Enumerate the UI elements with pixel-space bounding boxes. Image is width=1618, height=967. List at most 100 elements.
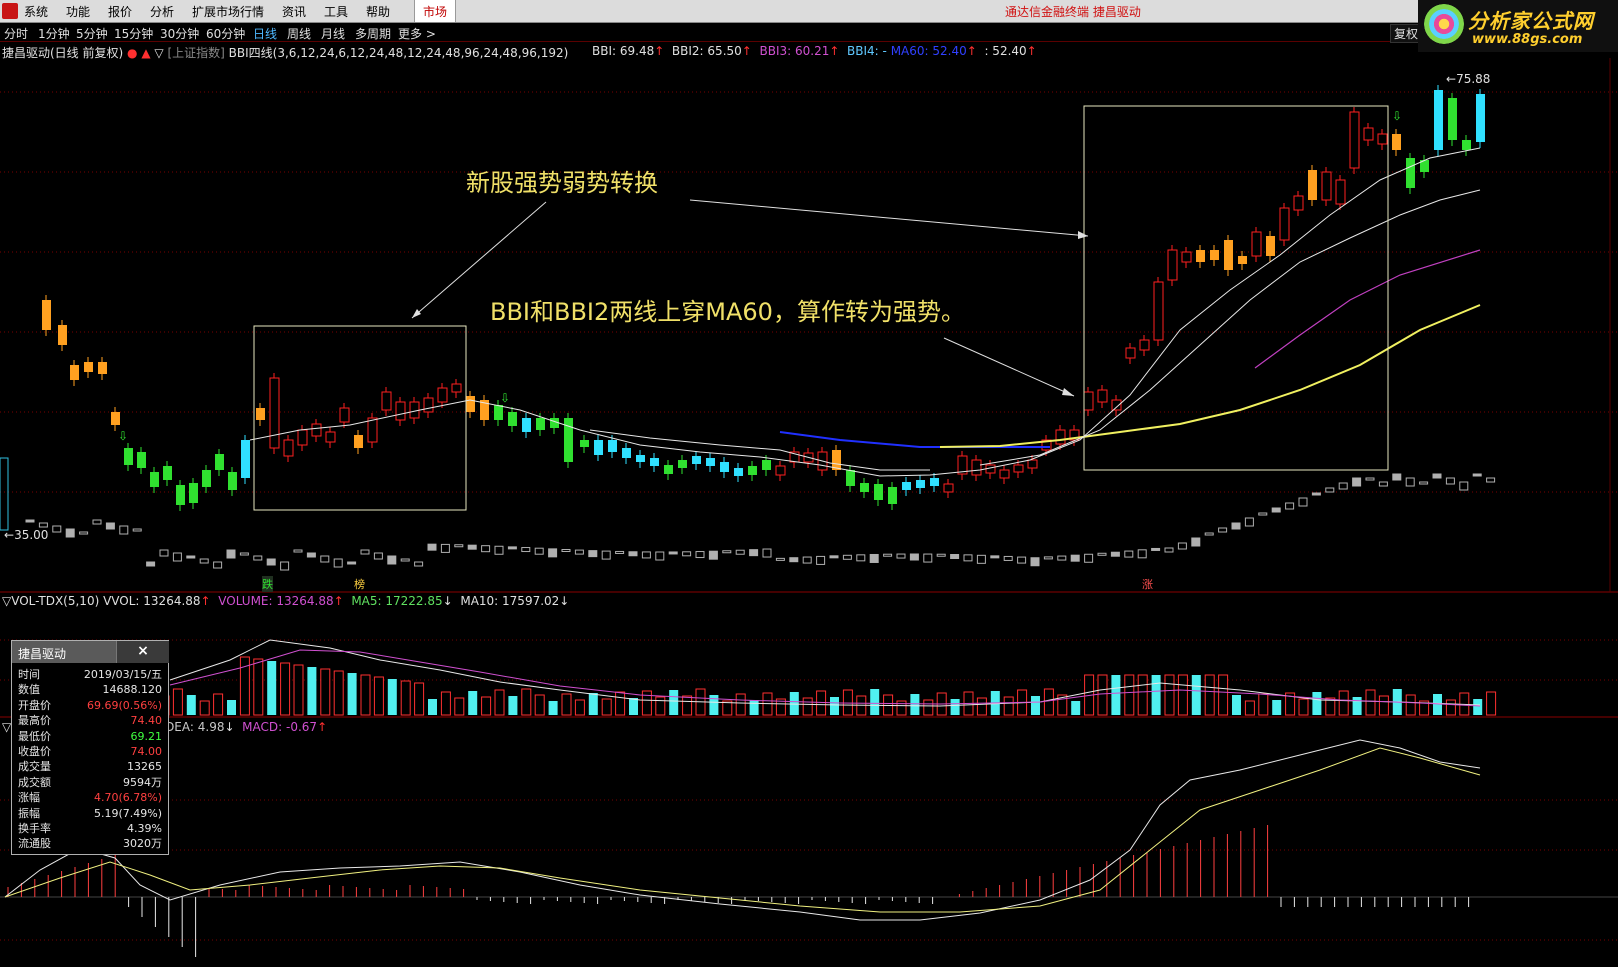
popup-row-value: 69.69(0.56%) — [86, 698, 162, 712]
volume-bar — [830, 697, 839, 715]
volume-bar — [280, 662, 291, 716]
period-intraday[interactable]: 分时 — [4, 25, 28, 42]
volume-bar — [1043, 688, 1054, 716]
volume-bar — [1124, 674, 1135, 716]
candle — [1377, 133, 1388, 145]
index-candle — [615, 550, 625, 554]
candle — [84, 362, 93, 372]
period-5min[interactable]: 5分钟 — [76, 25, 108, 42]
period-30min[interactable]: 30分钟 — [160, 25, 199, 42]
popup-row-value: 74.40 — [130, 714, 163, 728]
index-candle — [802, 556, 812, 564]
candle — [1055, 429, 1066, 445]
volume-bar — [976, 697, 987, 716]
candle — [508, 412, 517, 426]
candle — [846, 470, 855, 486]
index-candle — [213, 561, 223, 569]
bbi-arrow-icon: ↑ — [654, 44, 665, 58]
volume-bar — [802, 697, 813, 716]
marker-bang[interactable]: 榜 — [354, 576, 365, 592]
candle — [1293, 195, 1304, 211]
popup-row: 数值 14688.120 — [12, 682, 168, 697]
popup-row-label: 成交量 — [18, 760, 51, 774]
volume-bar — [534, 694, 545, 716]
volume-bar — [629, 698, 638, 715]
volume-bar — [213, 693, 224, 716]
popup-row-value: 69.21 — [130, 729, 163, 743]
index-candle — [990, 555, 1000, 559]
index-candle — [1244, 517, 1254, 527]
candle — [888, 487, 897, 504]
ma5-value: MA5: 17222.85 — [351, 594, 443, 608]
index-candle — [1365, 477, 1375, 481]
macd-chart[interactable] — [0, 734, 1618, 967]
period-1min[interactable]: 1分钟 — [38, 25, 70, 42]
period-more[interactable]: 更多 > — [398, 25, 436, 42]
brand-badge: 分析家公式网 www.88gs.com — [1418, 0, 1618, 52]
candle — [580, 440, 589, 447]
menu-item-news[interactable]: 资讯 — [282, 3, 306, 20]
volume-value: VOLUME: 13264.88 — [218, 594, 334, 608]
index-candle — [360, 549, 370, 555]
index-candle — [829, 555, 839, 559]
index-candle — [1003, 555, 1013, 561]
popup-row: 开盘价 69.69(0.56%) — [12, 698, 168, 713]
collapse-icon[interactable]: ▽ — [2, 720, 11, 734]
period-60min[interactable]: 60分钟 — [206, 25, 245, 42]
menu-item-extended-market[interactable]: 扩展市场行情 — [192, 3, 264, 20]
period-daily[interactable]: 日线 — [253, 25, 277, 42]
volume-bar — [601, 698, 612, 716]
index-candle — [1070, 554, 1080, 562]
menu-item-quote[interactable]: 报价 — [108, 3, 132, 20]
volume-bar — [1352, 697, 1362, 715]
menu-item-analysis[interactable]: 分析 — [150, 3, 174, 20]
index-candle — [950, 553, 960, 559]
ma10-value: MA10: 17597.02 — [460, 594, 560, 608]
menu-item-tools[interactable]: 工具 — [324, 3, 348, 20]
index-candle — [1459, 481, 1469, 491]
candle — [1308, 170, 1317, 200]
index-candle — [65, 528, 75, 538]
market-tab[interactable]: 市场 — [414, 0, 457, 22]
candle — [1097, 389, 1108, 403]
volume-bar — [1137, 674, 1148, 716]
index-candle — [1231, 522, 1241, 530]
index-candle — [909, 553, 919, 561]
period-multi[interactable]: 多周期 — [355, 25, 391, 42]
menu-item-system[interactable]: 系统 — [24, 3, 48, 20]
candle — [999, 469, 1010, 479]
menu-item-help[interactable]: 帮助 — [366, 3, 390, 20]
candle — [1349, 111, 1360, 169]
volume-bar — [749, 700, 759, 715]
collapse-icon[interactable]: ▽ — [2, 594, 11, 608]
index-candle — [1097, 552, 1107, 556]
volume-bar — [1312, 692, 1322, 715]
index-candle — [856, 554, 866, 562]
volume-bar — [1405, 694, 1416, 716]
index-candle — [641, 551, 651, 559]
volume-bar — [1177, 674, 1188, 716]
volume-bar — [172, 688, 183, 716]
vol-indicator-name: VOL-TDX(5,10) — [11, 594, 100, 608]
index-candle — [628, 551, 638, 557]
volume-header: ▽VOL-TDX(5,10) VVOL: 13264.88↑ VOLUME: 1… — [2, 594, 569, 608]
popup-row-value: 3020万 — [123, 837, 162, 851]
close-icon[interactable]: × — [116, 641, 169, 663]
period-monthly[interactable]: 月线 — [321, 25, 345, 42]
period-15min[interactable]: 15分钟 — [114, 25, 153, 42]
index-candle — [454, 544, 464, 548]
marker-zhang[interactable]: 涨 — [1142, 576, 1153, 592]
marker-die[interactable]: 跌 — [262, 576, 273, 592]
index-candle — [481, 545, 491, 553]
volume-bar — [1111, 675, 1121, 715]
ma10-arrow-icon: ↓ — [559, 594, 570, 608]
volume-chart[interactable] — [0, 608, 1618, 718]
info-popup[interactable]: 捷昌驱动 × 时间 2019/03/15/五 数值 14688.120 开盘价 69.69… — [11, 640, 169, 855]
popup-row: 成交量 13265 — [12, 759, 168, 774]
index-candle — [655, 551, 665, 561]
vvol-arrow-icon: ↑ — [200, 594, 211, 608]
period-weekly[interactable]: 周线 — [287, 25, 311, 42]
menu-item-function[interactable]: 功能 — [66, 3, 90, 20]
index-candle — [266, 558, 276, 566]
index-candle — [1432, 473, 1442, 479]
